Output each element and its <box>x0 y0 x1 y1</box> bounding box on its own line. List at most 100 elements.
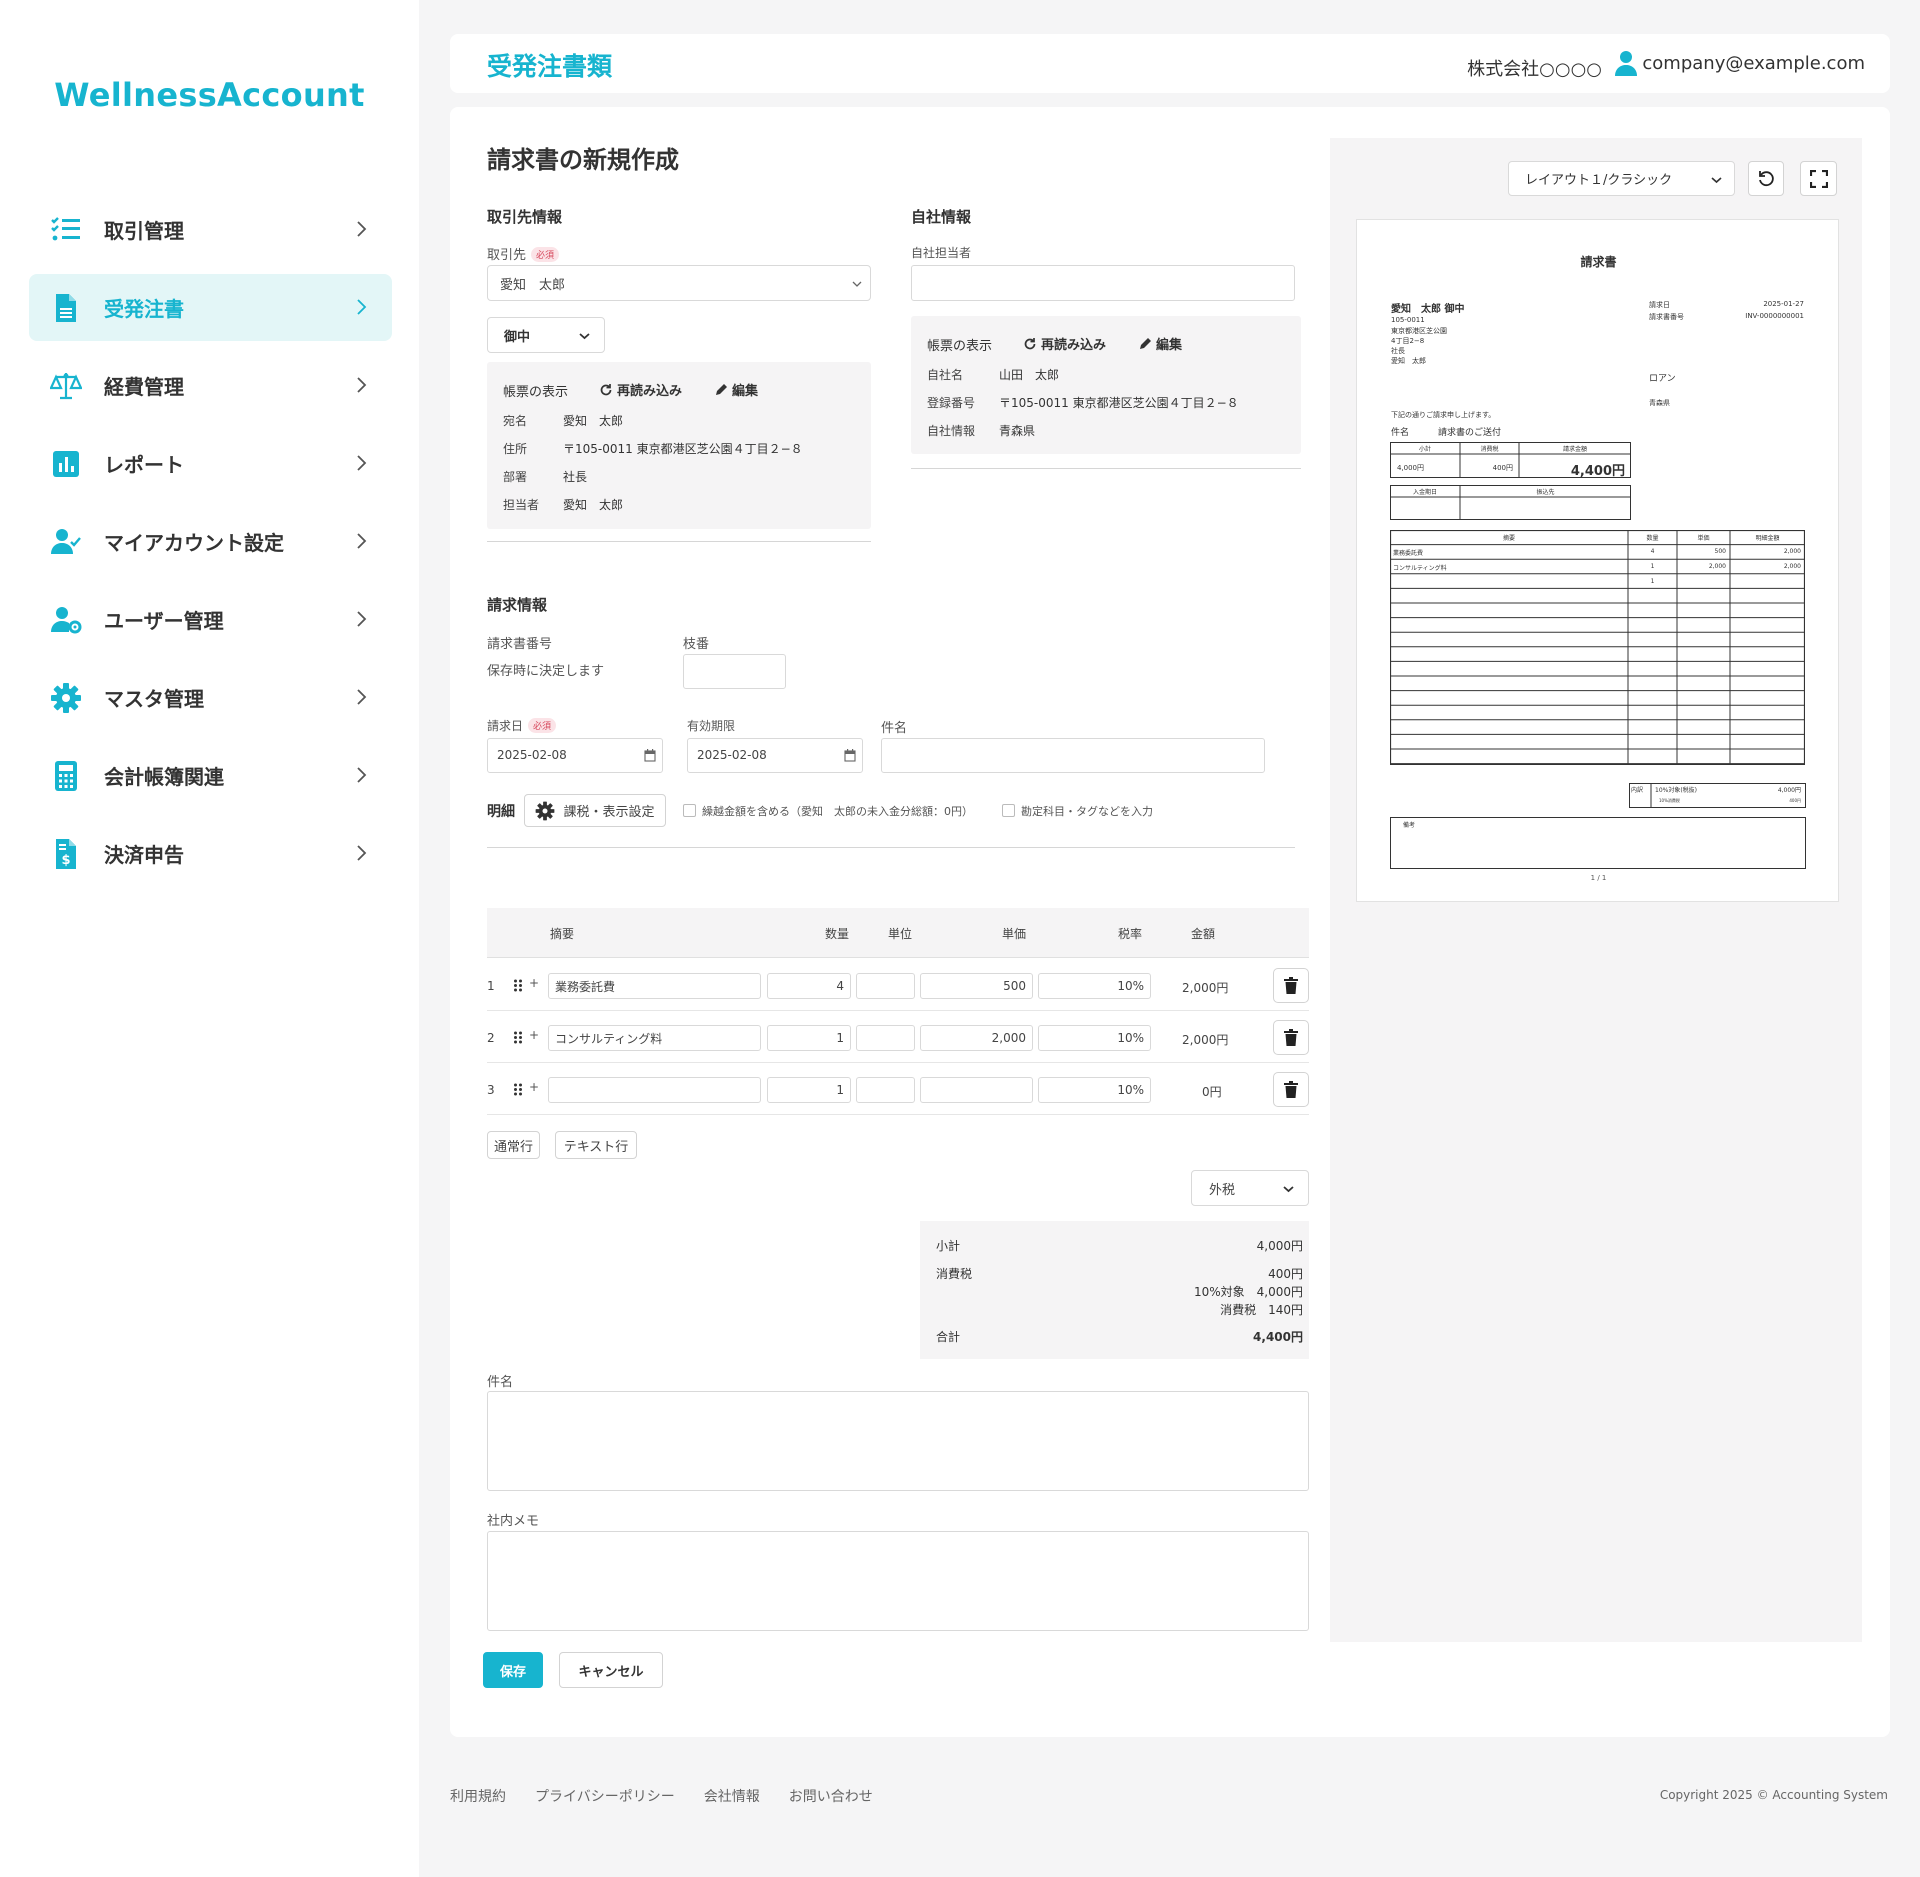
unit-price-input[interactable] <box>920 1077 1033 1103</box>
reload-label: 再読み込み <box>1041 338 1107 353</box>
footer-link-terms[interactable]: 利用規約 <box>450 1786 506 1806</box>
app-logo[interactable]: WellnessAccount <box>0 76 419 114</box>
row-number: 2 <box>487 1031 495 1045</box>
add-normal-row-button[interactable]: 通常行 <box>487 1131 540 1159</box>
items-table-header: 摘要 数量 単位 単価 税率 金額 <box>487 908 1309 958</box>
doc-bank-label: 振込先 <box>1536 489 1555 496</box>
reset-preview-button[interactable] <box>1748 161 1784 196</box>
client-field-value: 〒105-0011 東京都港区芝公園４丁目２−８ <box>563 442 803 456</box>
sidebar-item-master[interactable]: マスタ管理 <box>29 664 392 731</box>
own-edit-button[interactable]: 編集 <box>1138 334 1182 353</box>
client-edit-button[interactable]: 編集 <box>714 380 758 399</box>
sidebar-item-ledger[interactable]: 会計帳簿関連 <box>29 742 392 809</box>
insert-row-button[interactable]: + <box>529 976 539 990</box>
tax-rate-select[interactable]: 10% <box>1038 1077 1151 1103</box>
fullscreen-button[interactable] <box>1800 161 1837 196</box>
quantity-input[interactable]: 1 <box>767 1077 851 1103</box>
tax-mode-select[interactable]: 外税 <box>1191 1170 1309 1206</box>
branch-input[interactable] <box>683 654 786 689</box>
sidebar-item-orders[interactable]: 受発注書 <box>29 274 392 341</box>
drag-handle-icon[interactable] <box>513 1031 523 1044</box>
chevron-down-icon <box>852 281 862 287</box>
subject-textarea[interactable] <box>487 1391 1309 1491</box>
footer-link-privacy[interactable]: プライバシーポリシー <box>535 1786 675 1806</box>
own-display-label: 帳票の表示 <box>927 339 993 354</box>
checkbox-box[interactable] <box>683 804 696 817</box>
doc-zip: 105-0011 <box>1391 316 1425 324</box>
client-select[interactable]: 愛知 太郎 <box>487 265 871 301</box>
save-button[interactable]: 保存 <box>483 1652 543 1688</box>
sidebar-item-reports[interactable]: レポート <box>29 430 392 497</box>
gear-icon <box>536 801 555 820</box>
insert-row-button[interactable]: + <box>529 1080 539 1094</box>
footer-link-contact[interactable]: お問い合わせ <box>789 1786 873 1806</box>
row-amount: 2,000円 <box>1182 1033 1229 1047</box>
sidebar-item-tax-filing[interactable]: $ 決済申告 <box>29 820 392 887</box>
doc-number: INV-0000000001 <box>1745 312 1804 320</box>
drag-handle-icon[interactable] <box>513 1083 523 1096</box>
layout-select[interactable]: レイアウト１/クラシック <box>1508 161 1735 196</box>
own-reload-button[interactable]: 再読み込み <box>1023 334 1106 353</box>
sidebar-item-account-settings[interactable]: マイアカウント設定 <box>29 508 392 575</box>
doc-breakdown-sub-amount: 400円 <box>1789 798 1801 803</box>
billing-subject-input[interactable] <box>881 738 1265 773</box>
invoice-date-input[interactable]: 2025-02-08 <box>487 738 663 773</box>
user-menu[interactable]: company@example.com <box>1614 50 1865 76</box>
doc-box-tax: 400円 <box>1492 464 1513 472</box>
sidebar-item-expenses[interactable]: 経費管理 <box>29 352 392 419</box>
tax-rate-select[interactable]: 10% <box>1038 1025 1151 1051</box>
unit-input[interactable] <box>856 1077 915 1103</box>
unit-price-input[interactable]: 2,000 <box>920 1025 1033 1051</box>
checkbox-box[interactable] <box>1002 804 1015 817</box>
sidebar-item-transactions[interactable]: 取引管理 <box>29 196 392 263</box>
calendar-icon <box>644 749 656 762</box>
quantity-input[interactable]: 4 <box>767 973 851 999</box>
carry-over-checkbox[interactable]: 繰越金額を含める（愛知 太郎の未入金分総額：0円） <box>683 803 973 819</box>
honorific-select[interactable]: 御中 <box>487 317 605 353</box>
client-label-text: 取引先 <box>487 248 527 263</box>
own-staff-input[interactable] <box>911 265 1295 301</box>
description-input[interactable]: 業務委託費 <box>548 973 761 999</box>
footer-link-company[interactable]: 会社情報 <box>704 1786 760 1806</box>
tax-display-settings-button[interactable]: 課税・表示設定 <box>524 794 666 827</box>
memo-label: 社内メモ <box>487 1514 540 1529</box>
expiry-date-input[interactable]: 2025-02-08 <box>687 738 863 773</box>
add-text-row-button[interactable]: テキスト行 <box>555 1131 637 1159</box>
client-reload-button[interactable]: 再読み込み <box>599 380 682 399</box>
doc-subject-label: 件名 <box>1391 428 1410 438</box>
drag-handle-icon[interactable] <box>513 979 523 992</box>
delete-row-button[interactable] <box>1273 1020 1309 1055</box>
sidebar-item-label: 決済申告 <box>104 843 184 867</box>
own-staff-label: 自社担当者 <box>911 246 972 260</box>
account-tags-checkbox[interactable]: 勘定科目・タグなどを入力 <box>1002 803 1153 819</box>
tax-rate-select[interactable]: 10% <box>1038 973 1151 999</box>
divider <box>911 468 1301 469</box>
page-section-title: 受発注書類 <box>487 52 613 81</box>
description-input[interactable] <box>548 1077 761 1103</box>
own-section-title: 自社情報 <box>911 208 972 226</box>
delete-row-button[interactable] <box>1273 968 1309 1003</box>
cancel-button[interactable]: キャンセル <box>559 1652 663 1688</box>
quantity-input[interactable]: 1 <box>767 1025 851 1051</box>
insert-row-button[interactable]: + <box>529 1028 539 1042</box>
unit-input[interactable] <box>856 1025 915 1051</box>
doc-item-desc: 業務委託費 <box>1393 550 1424 557</box>
unit-price-input[interactable]: 500 <box>920 973 1033 999</box>
memo-textarea[interactable] <box>487 1531 1309 1631</box>
doc-remarks-box <box>1390 817 1806 869</box>
total-value: 4,400円 <box>1253 1330 1303 1344</box>
unit-input[interactable] <box>856 973 915 999</box>
column-header: 摘要 <box>550 927 575 941</box>
branch-label: 枝番 <box>683 637 710 652</box>
row-amount: 0円 <box>1202 1085 1222 1099</box>
sidebar-nav: 取引管理 受発注書 経費管理 レポート マイアカウント設定 ユーザー管理 マスタ… <box>29 196 392 898</box>
sidebar-item-user-management[interactable]: ユーザー管理 <box>29 586 392 653</box>
chevron-right-icon <box>357 689 367 705</box>
delete-row-button[interactable] <box>1273 1072 1309 1107</box>
chevron-right-icon <box>357 221 367 237</box>
total-label: 合計 <box>936 1330 961 1344</box>
pencil-icon <box>716 383 727 395</box>
copyright: Copyright 2025 © Accounting System <box>1659 1788 1888 1802</box>
client-field-value: 愛知 太郎 <box>563 414 624 428</box>
description-input[interactable]: コンサルティング料 <box>548 1025 761 1051</box>
